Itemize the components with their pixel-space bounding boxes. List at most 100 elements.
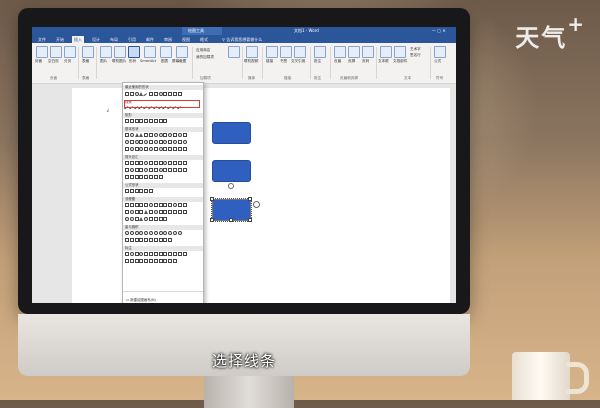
screenshot-label: 屏幕截图 (172, 59, 187, 63)
callouts-row[interactable] (125, 259, 201, 265)
group-symbols: 符号 (436, 76, 444, 80)
footer-button[interactable] (348, 46, 360, 58)
tab-format[interactable]: 格式 (198, 36, 210, 43)
cover-page-button[interactable] (36, 46, 48, 58)
resize-handle[interactable] (229, 218, 233, 222)
cross-reference-button[interactable] (294, 46, 306, 58)
window-controls[interactable]: — ▢ ✕ (432, 28, 446, 33)
group-separator (430, 47, 431, 79)
tab-layout[interactable]: 布局 (108, 36, 120, 43)
group-separator (376, 47, 377, 79)
table-button[interactable] (82, 46, 94, 58)
quick-parts-button[interactable] (394, 46, 406, 58)
group-separator (242, 47, 243, 79)
tab-review[interactable]: 审阅 (162, 36, 174, 43)
new-drawing-canvas-item[interactable]: ▭ 新建绘图画布(N) (126, 297, 156, 302)
link-button[interactable] (266, 46, 278, 58)
group-comments: 批注 (314, 76, 322, 80)
blank-page-label: 空白页 (48, 59, 59, 63)
link-label: 链接 (266, 59, 274, 63)
online-pictures-button[interactable] (114, 46, 126, 58)
text-box-button[interactable] (380, 46, 392, 58)
comment-button[interactable] (314, 46, 326, 58)
monitor: 绘图工具 文档1 - Word — ▢ ✕ 文件 开始 插入 设计 布局 引用 … (18, 8, 470, 408)
rectangle-shape-1[interactable] (212, 122, 251, 144)
title-bar: 绘图工具 文档1 - Word — ▢ ✕ (32, 27, 456, 35)
watermark: 天气+ (515, 12, 586, 53)
flowchart-row[interactable] (125, 203, 201, 209)
group-media: 媒体 (248, 76, 256, 80)
equation-shapes-row[interactable] (125, 189, 201, 195)
shapes-button[interactable] (128, 46, 140, 58)
callouts-row[interactable] (125, 252, 201, 258)
wordart-button[interactable]: 艺术字 (410, 47, 421, 52)
online-pictures-label: 联机图片 (112, 59, 127, 63)
page-break-button[interactable] (64, 46, 76, 58)
rectangles-row[interactable] (125, 119, 201, 125)
tab-insert[interactable]: 插入 (72, 36, 84, 43)
bookmark-button[interactable] (280, 46, 292, 58)
comment-label: 批注 (314, 59, 322, 63)
shapes-label: 形状 (129, 59, 137, 63)
online-video-button[interactable] (246, 46, 258, 58)
blank-page-button[interactable] (50, 46, 62, 58)
cross-reference-label: 交叉引用 (291, 59, 306, 63)
stars-row[interactable] (125, 231, 201, 237)
page-number-button[interactable] (362, 46, 374, 58)
page-break-label: 分页 (64, 59, 72, 63)
resize-handle[interactable] (248, 218, 252, 222)
online-video-label: 联机视频 (244, 59, 259, 63)
section-block-arrows: 箭头总汇 (123, 155, 203, 160)
signature-line-button[interactable]: 签名行 (410, 53, 421, 58)
tab-home[interactable]: 开始 (54, 36, 66, 43)
group-text: 文本 (404, 76, 412, 80)
footer-label: 页脚 (348, 59, 356, 63)
group-separator (262, 47, 263, 79)
tab-design[interactable]: 设计 (90, 36, 102, 43)
window-title: 文档1 - Word (294, 28, 319, 33)
flowchart-row[interactable] (125, 217, 201, 223)
chart-button[interactable] (160, 46, 172, 58)
arrows-row[interactable] (125, 168, 201, 174)
basic-shapes-row[interactable] (125, 133, 201, 139)
group-separator (192, 47, 193, 79)
coffee-mug-handle (566, 362, 589, 394)
tab-file[interactable]: 文件 (36, 36, 48, 43)
group-separator (310, 47, 311, 79)
rotate-handle-icon[interactable] (228, 183, 234, 189)
page-number-label: 页码 (362, 59, 370, 63)
recent-shapes-row[interactable] (125, 92, 201, 99)
arrows-row[interactable] (125, 161, 201, 167)
tab-mailings[interactable]: 邮件 (144, 36, 156, 43)
watermark-plus: + (567, 12, 586, 36)
tab-view[interactable]: 视图 (180, 36, 192, 43)
section-rectangles: 矩形 (123, 113, 203, 118)
smartart-button[interactable] (144, 46, 156, 58)
pictures-button[interactable] (100, 46, 112, 58)
search-tell-me[interactable]: ⚲ 告诉我您想要做什么 (220, 36, 264, 43)
section-callouts: 标注 (123, 246, 203, 251)
basic-shapes-row[interactable] (125, 147, 201, 153)
group-header-footer: 页眉和页脚 (340, 76, 358, 80)
stars-row[interactable] (125, 238, 201, 244)
my-addins-button[interactable]: 我的加载项 (196, 55, 214, 60)
equation-button[interactable] (434, 46, 446, 58)
chart-label: 图表 (161, 59, 169, 63)
text-box-label: 文本框 (378, 59, 389, 63)
resize-handle[interactable] (210, 218, 214, 222)
table-label: 表格 (82, 59, 90, 63)
layout-options-icon[interactable] (253, 201, 260, 208)
section-basic-shapes: 基本形状 (123, 127, 203, 132)
group-separator (96, 47, 97, 79)
screenshot-button[interactable] (176, 46, 188, 58)
wikipedia-button[interactable] (228, 46, 240, 58)
arrows-row[interactable] (125, 175, 201, 181)
header-button[interactable] (334, 46, 346, 58)
flowchart-row[interactable] (125, 210, 201, 216)
resize-handle[interactable] (248, 197, 252, 201)
resize-handle[interactable] (210, 197, 214, 201)
store-button[interactable]: 应用商店 (196, 48, 210, 53)
rectangle-shape-2[interactable] (212, 160, 251, 182)
basic-shapes-row[interactable] (125, 140, 201, 146)
tab-references[interactable]: 引用 (126, 36, 138, 43)
